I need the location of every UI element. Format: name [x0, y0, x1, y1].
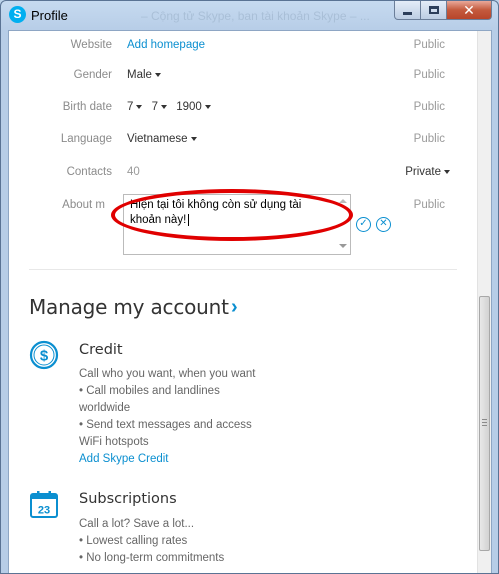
cancel-button[interactable]: ✕	[376, 217, 391, 232]
birth-day-value: 7	[127, 101, 134, 113]
section-divider	[29, 269, 457, 270]
birth-date-row: Birth date 7 7 1900 Public	[9, 101, 479, 121]
subscriptions-line: • No long-term commitments	[79, 552, 225, 564]
website-row: Website Add homepage Public	[9, 39, 479, 59]
window-title: Profile	[31, 8, 68, 23]
birth-date-label: Birth date	[62, 101, 112, 113]
gender-row: Gender Male Public	[9, 69, 479, 89]
calendar-day: 23	[38, 505, 50, 517]
dollar-icon: $	[29, 340, 59, 370]
profile-content: Website Add homepage Public Gender Male …	[8, 30, 492, 573]
about-me-label: About m	[62, 199, 105, 211]
language-value: Vietnamese	[127, 133, 188, 145]
gender-visibility: Public	[413, 69, 445, 81]
contacts-visibility-dropdown[interactable]: Private	[405, 166, 450, 178]
grip-line	[482, 419, 487, 420]
birth-year-dropdown[interactable]: 1900	[176, 101, 211, 113]
chevron-right-icon[interactable]: ›	[231, 296, 238, 319]
birth-date-fields: 7 7 1900	[127, 101, 211, 113]
birth-date-visibility: Public	[413, 101, 445, 113]
birth-month-dropdown[interactable]: 7	[151, 101, 168, 113]
chevron-down-icon	[154, 72, 161, 77]
about-me-textarea[interactable]: Hiện tại tôi không còn sử dụng tài khoản…	[123, 194, 351, 255]
contacts-count: 40	[127, 166, 140, 178]
gender-value: Male	[127, 69, 152, 81]
contacts-row: Contacts 40 Private	[9, 166, 479, 186]
scroll-down-icon	[339, 244, 347, 248]
credit-title: Credit	[79, 342, 123, 358]
maximize-icon	[428, 6, 439, 14]
website-label: Website	[70, 39, 112, 51]
birth-month-value: 7	[151, 101, 159, 113]
minimize-button[interactable]	[394, 1, 421, 20]
subscriptions-line: • Lowest calling rates	[79, 535, 188, 547]
add-homepage-link[interactable]: Add homepage	[127, 39, 205, 51]
textarea-scrollbar[interactable]	[337, 195, 349, 254]
about-me-text: Hiện tại tôi không còn sử dụng tài khoản…	[130, 198, 335, 228]
background-window-title: – Cộng tử Skype, ban tài khoản Skype – .…	[141, 9, 370, 23]
credit-line: Call who you want, when you want	[79, 368, 256, 380]
text-cursor	[188, 213, 190, 226]
minimize-icon	[403, 11, 412, 15]
close-button[interactable]: ✕	[447, 1, 492, 20]
svg-text:$: $	[40, 348, 49, 365]
skype-icon: S	[9, 6, 26, 23]
chevron-down-icon	[161, 104, 168, 109]
scrollbar-thumb[interactable]	[479, 296, 490, 551]
gender-label: Gender	[73, 69, 112, 81]
checkmark-icon: ✓	[359, 218, 368, 229]
chevron-down-icon	[444, 169, 450, 174]
contacts-label: Contacts	[66, 166, 112, 178]
website-visibility: Public	[413, 39, 445, 51]
credit-line: worldwide	[79, 402, 131, 414]
chevron-down-icon	[204, 104, 211, 109]
credit-line: • Send text messages and access	[79, 419, 252, 431]
add-skype-credit-link[interactable]: Add Skype Credit	[79, 453, 169, 465]
grip-line	[482, 425, 487, 426]
language-visibility: Public	[413, 133, 445, 145]
about-me-visibility: Public	[413, 199, 445, 211]
close-icon: ✕	[463, 2, 475, 18]
about-me-value: Hiện tại tôi không còn sử dụng tài khoản…	[130, 199, 302, 226]
maximize-button[interactable]	[421, 1, 447, 20]
confirm-button[interactable]: ✓	[356, 217, 371, 232]
credit-line: • Call mobiles and landlines	[79, 385, 220, 397]
language-label: Language	[60, 133, 112, 145]
subscriptions-title: Subscriptions	[79, 491, 177, 507]
close-icon: ✕	[379, 218, 388, 229]
language-row: Language Vietnamese Public	[9, 133, 479, 153]
calendar-icon: 23	[30, 491, 58, 518]
scroll-up-icon	[339, 199, 347, 203]
birth-year-value: 1900	[176, 101, 202, 113]
contacts-visibility: Private	[405, 166, 441, 178]
credit-line: WiFi hotspots	[79, 436, 149, 448]
main-scrollbar[interactable]	[477, 31, 491, 573]
title-bar[interactable]: S Profile – Cộng tử Skype, ban tài khoản…	[1, 1, 498, 29]
language-dropdown[interactable]: Vietnamese	[127, 133, 197, 145]
birth-day-dropdown[interactable]: 7	[127, 101, 143, 113]
subscriptions-line: Call a lot? Save a lot...	[79, 518, 195, 530]
chevron-down-icon	[190, 136, 197, 141]
window-controls: ✕	[394, 1, 492, 21]
grip-line	[482, 422, 487, 423]
chevron-down-icon	[136, 104, 143, 109]
manage-account-heading[interactable]: Manage my account	[29, 295, 229, 319]
profile-window: S Profile – Cộng tử Skype, ban tài khoản…	[0, 0, 499, 574]
gender-dropdown[interactable]: Male	[127, 69, 161, 81]
